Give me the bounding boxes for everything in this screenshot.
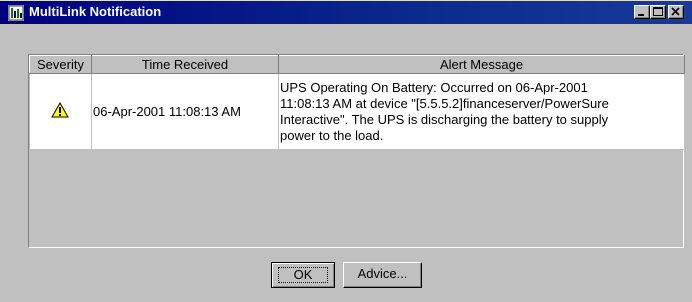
alerts-table-panel[interactable]: Severity Time Received Alert Message 06-…: [28, 54, 685, 248]
alert-message-line: power to the load.: [280, 127, 384, 143]
alert-message-line: UPS Operating On Battery: Occurred on 06…: [280, 79, 588, 95]
alert-message-line: Interactive". The UPS is discharging the…: [280, 111, 609, 127]
close-icon: [671, 7, 680, 16]
multilink-app-icon[interactable]: [8, 5, 24, 21]
title-bar[interactable]: MultiLink Notification: [0, 0, 692, 24]
alerts-table: Severity Time Received Alert Message 06-…: [29, 55, 685, 150]
warning-icon: [51, 101, 70, 118]
close-button[interactable]: [668, 5, 684, 19]
ok-button-label: OK: [278, 267, 328, 283]
severity-cell[interactable]: [29, 73, 92, 150]
maximize-icon: [653, 7, 663, 16]
window-title: MultiLink Notification: [29, 4, 162, 19]
ok-button[interactable]: OK: [271, 262, 335, 288]
table-header-row: Severity Time Received Alert Message: [29, 55, 685, 74]
time-received-cell[interactable]: 06-Apr-2001 11:08:13 AM: [91, 73, 279, 150]
column-header-alert-message[interactable]: Alert Message: [278, 55, 685, 74]
maximize-button[interactable]: [650, 5, 666, 19]
minimize-button[interactable]: [634, 5, 650, 19]
column-header-time-received[interactable]: Time Received: [91, 55, 279, 74]
notification-window: MultiLink Notification Severity Time Rec…: [0, 0, 692, 302]
column-header-severity[interactable]: Severity: [29, 55, 92, 74]
minimize-icon: [638, 14, 644, 16]
alert-message-line: 11:08:13 AM at device "[5.5.5.2]finances…: [280, 95, 609, 111]
alert-message-cell[interactable]: UPS Operating On Battery: Occurred on 06…: [278, 73, 685, 150]
advice-button[interactable]: Advice...: [343, 262, 422, 288]
table-row[interactable]: 06-Apr-2001 11:08:13 AM UPS Operating On…: [29, 73, 685, 150]
